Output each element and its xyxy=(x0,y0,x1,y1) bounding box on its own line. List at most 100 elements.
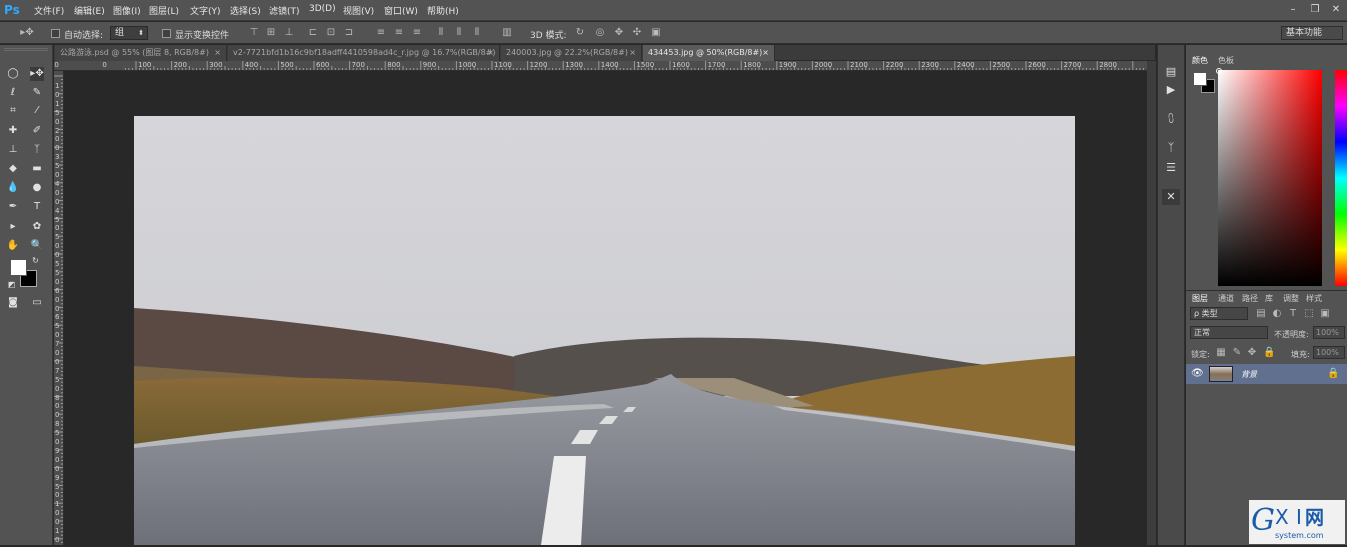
close-icon[interactable]: × xyxy=(487,45,494,61)
auto-align-icon[interactable]: ▥ xyxy=(501,27,513,39)
default-colors-icon[interactable]: ◩ xyxy=(7,280,16,289)
lock-pixels-icon[interactable]: ✎ xyxy=(1232,347,1242,359)
menu-file[interactable]: 文件(F) xyxy=(34,4,64,17)
tab-channels[interactable]: 通道 xyxy=(1218,293,1234,304)
foreground-color-chip[interactable] xyxy=(1193,72,1207,86)
restore-button[interactable]: ❐ xyxy=(1308,3,1322,16)
path-select-icon[interactable]: ▸ xyxy=(6,220,20,234)
tab-doc-3[interactable]: 240003.jpg @ 22.2%(RGB/8#) × xyxy=(501,45,642,61)
histogram-panel-icon[interactable]: ⩇ xyxy=(1162,111,1180,127)
tab-doc-2[interactable]: v2-7721bfd1b16c9bf18adff4410598ad4c_r.jp… xyxy=(228,45,500,61)
eraser-tool-icon[interactable]: ◆ xyxy=(6,162,20,176)
roll-3d-icon[interactable]: ◎ xyxy=(594,27,606,39)
tab-layers[interactable]: 图层 xyxy=(1192,293,1208,304)
menu-layer[interactable]: 图层(L) xyxy=(149,4,179,17)
tab-libraries[interactable]: 库 xyxy=(1265,293,1273,304)
filter-pixel-icon[interactable]: ▤ xyxy=(1256,308,1266,320)
actions-panel-icon[interactable]: ▶ xyxy=(1162,82,1180,98)
toolbox-grip[interactable] xyxy=(4,48,48,51)
distribute-hcenter-icon[interactable]: ⫴ xyxy=(453,27,465,39)
align-left-icon[interactable]: ⊏ xyxy=(307,27,319,39)
screen-mode-icon[interactable]: ▭ xyxy=(30,296,44,310)
slide-3d-icon[interactable]: ✣ xyxy=(631,27,643,39)
menu-help[interactable]: 帮助(H) xyxy=(427,4,459,17)
move-tool-icon[interactable]: ▸✥ xyxy=(30,67,44,81)
align-vcenter-icon[interactable]: ⊞ xyxy=(265,27,277,39)
color-picker-cursor[interactable] xyxy=(1216,68,1222,74)
marquee-tool-icon[interactable]: ◯ xyxy=(6,67,20,81)
pan-3d-icon[interactable]: ✥ xyxy=(613,27,625,39)
workspace-selector[interactable]: 基本功能 xyxy=(1281,26,1343,40)
close-icon[interactable]: × xyxy=(629,45,636,61)
minimize-button[interactable]: – xyxy=(1286,3,1300,16)
menu-3d[interactable]: 3D(D) xyxy=(309,4,336,14)
tab-paths[interactable]: 路径 xyxy=(1242,293,1258,304)
tab-color[interactable]: 颜色 xyxy=(1192,55,1208,66)
close-icon[interactable]: × xyxy=(214,45,221,61)
auto-select-checkbox[interactable] xyxy=(51,29,60,38)
eye-icon[interactable]: 👁 xyxy=(1191,368,1204,380)
fill-field[interactable]: 100% xyxy=(1313,346,1345,359)
vertical-scrollbar[interactable] xyxy=(1147,61,1156,545)
menu-view[interactable]: 视图(V) xyxy=(343,4,374,17)
menu-image[interactable]: 图像(I) xyxy=(113,4,141,17)
document-image[interactable] xyxy=(134,116,1075,545)
filter-shape-icon[interactable]: ⬚ xyxy=(1304,308,1314,320)
hand-tool-icon[interactable]: ✋ xyxy=(6,239,20,253)
lock-transparent-icon[interactable]: ▦ xyxy=(1216,347,1226,359)
align-right-icon[interactable]: ⊐ xyxy=(343,27,355,39)
hue-slider[interactable] xyxy=(1335,70,1347,286)
distribute-left-icon[interactable]: ⫴ xyxy=(435,27,447,39)
lock-all-icon[interactable]: 🔒 xyxy=(1263,347,1275,359)
menu-window[interactable]: 窗口(W) xyxy=(384,4,418,17)
type-tool-icon[interactable]: T xyxy=(30,200,44,214)
stamp-tool-icon[interactable]: ⊥ xyxy=(6,143,20,157)
menu-filter[interactable]: 滤镜(T) xyxy=(269,4,300,17)
distribute-top-icon[interactable]: ≡ xyxy=(375,27,387,39)
distribute-vcenter-icon[interactable]: ≡ xyxy=(393,27,405,39)
lock-position-icon[interactable]: ✥ xyxy=(1247,347,1257,359)
menu-select[interactable]: 选择(S) xyxy=(230,4,261,17)
gradient-tool-icon[interactable]: ▬ xyxy=(30,162,44,176)
swap-colors-icon[interactable]: ↻ xyxy=(31,256,40,265)
pen-tool-icon[interactable]: ✒ xyxy=(6,200,20,214)
history-panel-icon[interactable]: ▤ xyxy=(1162,64,1180,80)
color-field[interactable] xyxy=(1218,70,1322,286)
tab-swatches[interactable]: 色板 xyxy=(1218,55,1234,66)
tab-adjustments[interactable]: 调整 xyxy=(1283,293,1299,304)
tab-doc-4[interactable]: 434453.jpg @ 50%(RGB/8#) × xyxy=(643,45,775,61)
zoom-tool-icon[interactable]: 🔍 xyxy=(30,239,44,253)
align-bottom-icon[interactable]: ⊥ xyxy=(283,27,295,39)
distribute-bottom-icon[interactable]: ≡ xyxy=(411,27,423,39)
brush-panel-icon[interactable]: ᛉ xyxy=(1162,140,1180,156)
layer-kind-filter[interactable]: ρ 类型 xyxy=(1190,307,1248,320)
align-hcenter-icon[interactable]: ⊡ xyxy=(325,27,337,39)
show-transform-checkbox[interactable] xyxy=(162,29,171,38)
tool-presets-icon[interactable]: ✕ xyxy=(1162,189,1180,205)
tab-styles[interactable]: 样式 xyxy=(1306,293,1322,304)
blur-tool-icon[interactable]: 💧 xyxy=(6,181,20,195)
align-top-icon[interactable]: ⊤ xyxy=(248,27,260,39)
opacity-field[interactable]: 100% xyxy=(1313,326,1345,339)
brush-tool-icon[interactable]: ✐ xyxy=(30,124,44,138)
shape-tool-icon[interactable]: ✿ xyxy=(30,220,44,234)
lasso-tool-icon[interactable]: ℓ xyxy=(6,86,20,100)
filter-type-icon[interactable]: T xyxy=(1288,308,1298,320)
filter-adjust-icon[interactable]: ◐ xyxy=(1272,308,1282,320)
move-tool-preset-icon[interactable]: ▸✥ xyxy=(16,27,38,39)
close-icon[interactable]: × xyxy=(762,45,769,61)
scale-3d-icon[interactable]: ▣ xyxy=(650,27,662,39)
quick-mask-icon[interactable]: ◙ xyxy=(6,296,20,310)
distribute-right-icon[interactable]: ⫴ xyxy=(471,27,483,39)
blend-mode-dropdown[interactable]: 正常 xyxy=(1190,326,1268,339)
properties-panel-icon[interactable]: ☰ xyxy=(1162,160,1180,176)
menu-edit[interactable]: 编辑(E) xyxy=(74,4,105,17)
tab-doc-1[interactable]: 公路游泳.psd @ 55% (图层 8, RGB/8#) × xyxy=(55,45,227,61)
foreground-color-swatch[interactable] xyxy=(10,259,27,276)
filter-smart-icon[interactable]: ▣ xyxy=(1320,308,1330,320)
menu-type[interactable]: 文字(Y) xyxy=(190,4,221,17)
eyedropper-tool-icon[interactable]: ⁄ xyxy=(30,104,44,118)
layer-name[interactable]: 背景 xyxy=(1241,369,1257,380)
orbit-3d-icon[interactable]: ↻ xyxy=(574,27,586,39)
crop-tool-icon[interactable]: ⌗ xyxy=(6,104,20,118)
